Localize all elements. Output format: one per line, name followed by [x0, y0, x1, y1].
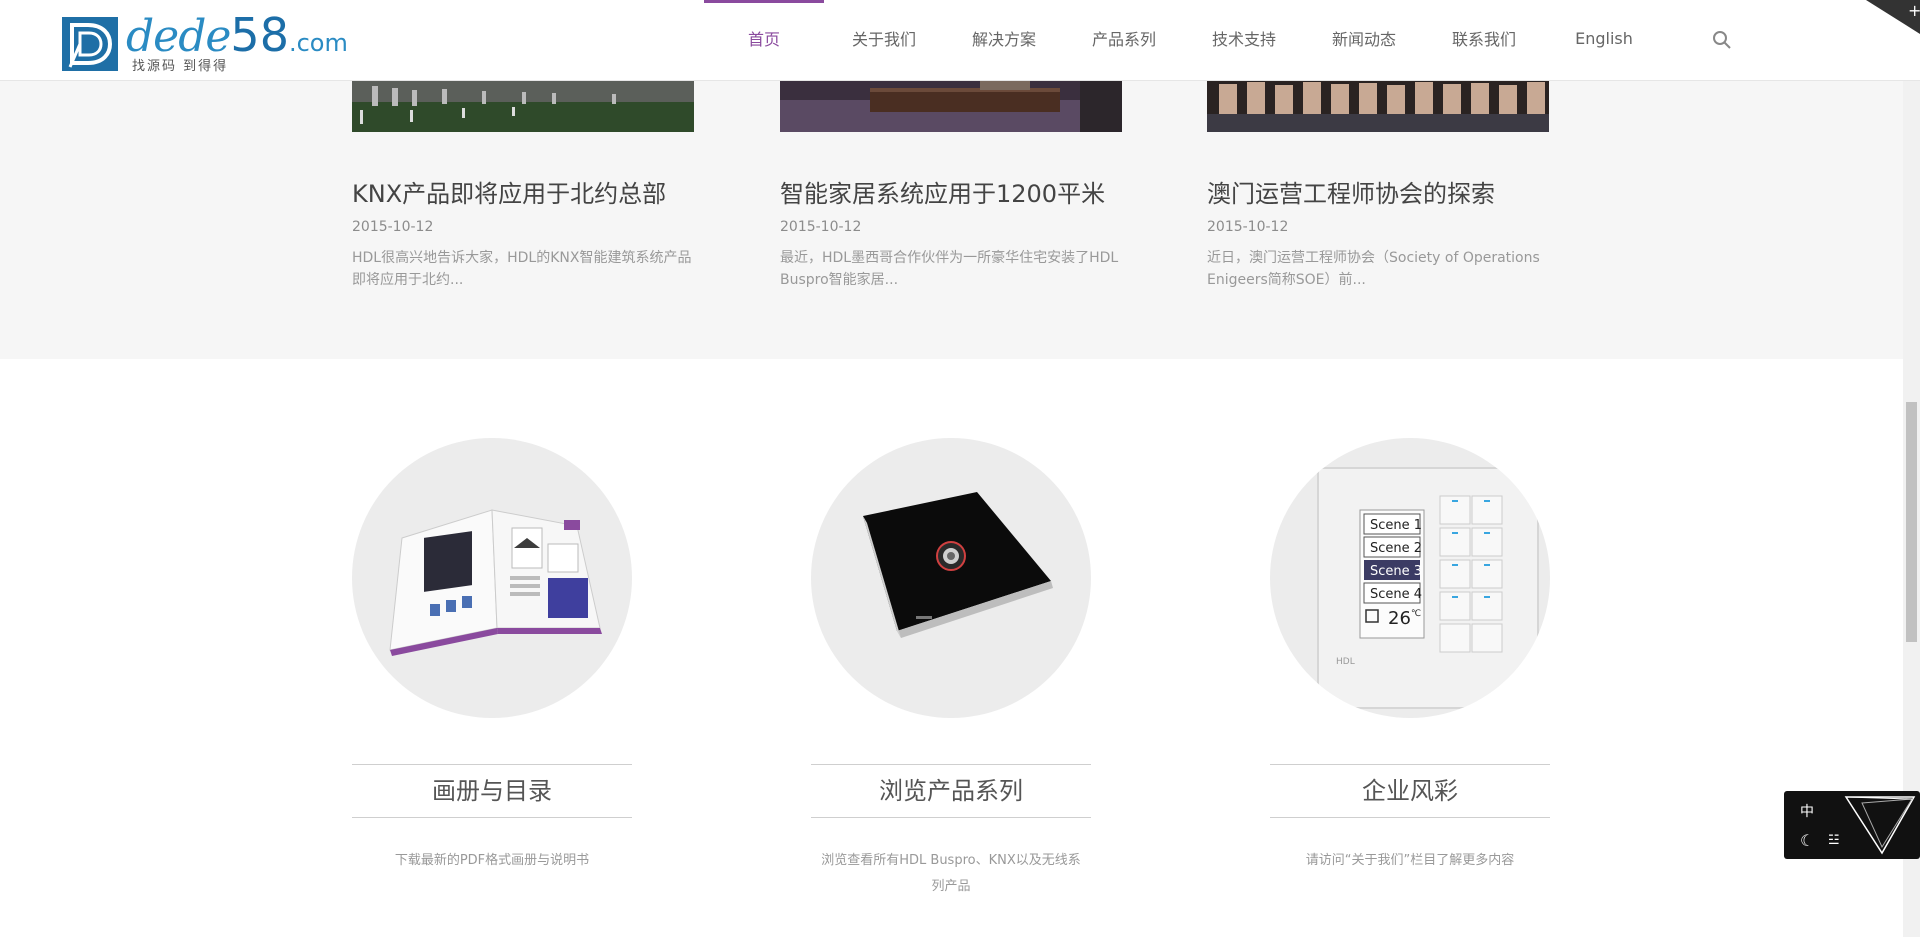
feature-circle[interactable]: [811, 438, 1091, 718]
feature-products[interactable]: 浏览产品系列 浏览查看所有HDL Buspro、KNX以及无线系列产品: [811, 438, 1091, 900]
plus-icon: +: [1908, 1, 1920, 20]
corner-expand-tab[interactable]: +: [1866, 0, 1920, 34]
nav-item-about[interactable]: 关于我们: [824, 0, 944, 80]
scene-label: Scene 3: [1370, 564, 1422, 579]
feature-circle[interactable]: Scene 1 Scene 2 Scene 3 Scene 4 26 ℃ HDL: [1270, 438, 1550, 718]
nav-item-english[interactable]: English: [1544, 0, 1664, 80]
feature-title[interactable]: 浏览产品系列: [811, 764, 1091, 818]
news-image-living-room[interactable]: [780, 80, 1122, 132]
news-title[interactable]: 智能家居系统应用于1200平米: [780, 174, 1122, 209]
feature-company[interactable]: Scene 1 Scene 2 Scene 3 Scene 4 26 ℃ HDL: [1270, 438, 1550, 874]
dede58-logo-icon: [62, 17, 118, 71]
news-image-campus[interactable]: [352, 80, 694, 132]
language-toggle[interactable]: 中: [1800, 801, 1814, 821]
nav-item-home[interactable]: 首页: [704, 0, 824, 83]
smart-switch-panel-image: [863, 492, 1053, 638]
news-card[interactable]: 澳门运营工程师协会的探索 2015-10-12 近日，澳门运营工程师协会（Soc…: [1207, 80, 1549, 291]
feature-desc: 请访问“关于我们”栏目了解更多内容: [1305, 853, 1515, 868]
nav-item-products[interactable]: 产品系列: [1064, 0, 1184, 80]
logo-wordmark: dede58.com: [126, 8, 348, 62]
news-date: 2015-10-12: [1207, 219, 1289, 235]
news-image-group-photo[interactable]: [1207, 80, 1549, 132]
floating-toolbar-widget: 中 ☾ ☳: [1784, 791, 1920, 859]
news-excerpt: 最近，HDL墨西哥合作伙伴为一所豪华住宅安装了HDL Buspro智能家居...: [780, 250, 1119, 288]
news-title[interactable]: KNX产品即将应用于北约总部: [352, 174, 694, 209]
news-card[interactable]: 智能家居系统应用于1200平米 2015-10-12 最近，HDL墨西哥合作伙伴…: [780, 80, 1122, 291]
feature-desc: 下载最新的PDF格式画册与说明书: [394, 853, 590, 868]
feature-desc: 浏览查看所有HDL Buspro、KNX以及无线系列产品: [821, 853, 1081, 894]
scene-control-panel-image: Scene 1 Scene 2 Scene 3 Scene 4 26 ℃ HDL: [1317, 467, 1539, 709]
site-logo[interactable]: dede58.com 找源码 到得得: [62, 8, 348, 74]
news-excerpt: 近日，澳门运营工程师协会（Society of Operations Enige…: [1207, 250, 1540, 288]
feature-title[interactable]: 企业风彩: [1270, 764, 1550, 818]
shirt-icon[interactable]: ☳: [1828, 833, 1840, 848]
scrollbar-thumb[interactable]: [1906, 402, 1917, 642]
logo-tagline: 找源码 到得得: [132, 59, 229, 74]
nav-item-news[interactable]: 新闻动态: [1304, 0, 1424, 80]
feature-brochure[interactable]: 画册与目录 下载最新的PDF格式画册与说明书: [352, 438, 632, 874]
scene-label: Scene 1: [1370, 518, 1422, 533]
feature-circle[interactable]: [352, 438, 632, 718]
news-section: KNX产品即将应用于北约总部 2015-10-12 HDL很高兴地告诉大家，HD…: [0, 80, 1920, 359]
news-date: 2015-10-12: [780, 219, 862, 235]
feature-title[interactable]: 画册与目录: [352, 764, 632, 818]
logo-domain: .com: [288, 29, 348, 57]
brochure-image: [389, 509, 602, 656]
news-title[interactable]: 澳门运营工程师协会的探索: [1207, 174, 1549, 209]
panel-brand: HDL: [1336, 657, 1355, 667]
nav-item-contact[interactable]: 联系我们: [1424, 0, 1544, 80]
triangle-logo-icon[interactable]: [1842, 793, 1918, 857]
nav-item-support[interactable]: 技术支持: [1184, 0, 1304, 80]
nav-item-solutions[interactable]: 解决方案: [944, 0, 1064, 80]
search-icon[interactable]: [1712, 30, 1732, 50]
logo-number: 58: [230, 8, 289, 62]
news-excerpt: HDL很高兴地告诉大家，HDL的KNX智能建筑系统产品即将应用于北约...: [352, 250, 692, 288]
scene-label: Scene 2: [1370, 541, 1422, 556]
moon-icon[interactable]: ☾: [1800, 831, 1814, 850]
top-navigation-bar: dede58.com 找源码 到得得 首页 关于我们 解决方案 产品系列 技术支…: [0, 0, 1920, 81]
news-date: 2015-10-12: [352, 219, 434, 235]
panel-temperature-unit: ℃: [1411, 609, 1421, 619]
news-card[interactable]: KNX产品即将应用于北约总部 2015-10-12 HDL很高兴地告诉大家，HD…: [352, 80, 694, 291]
panel-temperature: 26: [1388, 608, 1411, 629]
scene-label: Scene 4: [1370, 587, 1422, 602]
